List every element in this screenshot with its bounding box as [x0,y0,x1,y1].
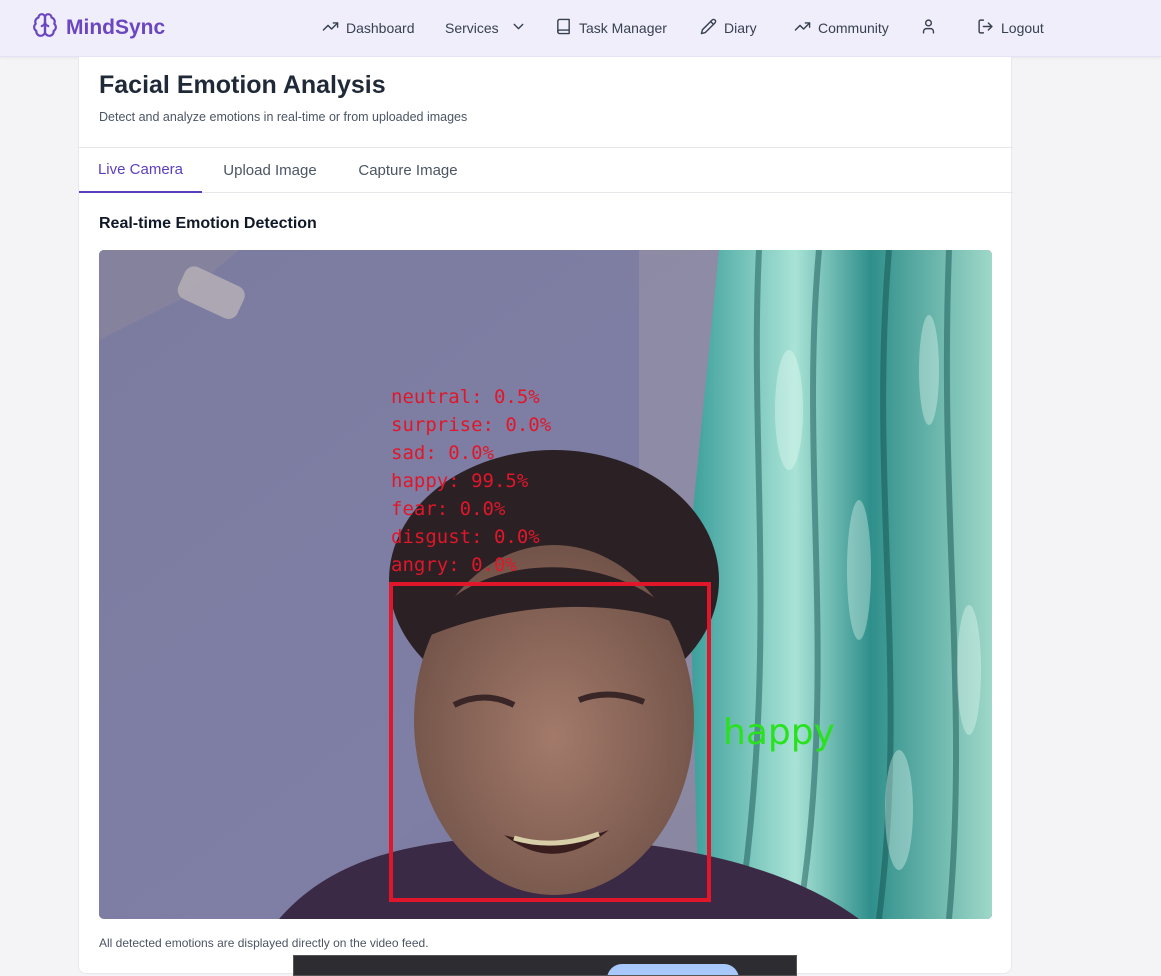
chevron-down-icon [510,18,527,38]
dominant-emotion-label: happy [723,712,835,753]
brain-icon [32,12,58,44]
nav-dashboard[interactable]: Dashboard [322,17,415,39]
emotion-score-sad: sad: 0.0% [391,442,495,464]
emotion-score-neutral: neutral: 0.5% [391,386,540,408]
screen-share-button[interactable] [607,964,739,975]
nav-community[interactable]: Community [794,17,889,39]
section-title: Real-time Emotion Detection [99,215,317,232]
screen-share-bar [293,955,797,976]
tab-live-camera[interactable]: Live Camera [79,148,202,193]
video-feed-note: All detected emotions are displayed dire… [99,936,429,950]
trending-up-icon [322,18,339,38]
page-title: Facial Emotion Analysis [99,71,386,99]
nav-dashboard-label: Dashboard [346,20,415,36]
logout-icon [977,18,994,38]
brand-name: MindSync [66,16,166,39]
nav-services-label: Services [445,20,499,36]
emotion-score-fear: fear: 0.0% [391,498,506,520]
top-navbar: MindSync Dashboard Services Task Manager… [0,0,1161,57]
nav-services[interactable]: Services [445,17,527,39]
mode-tabs: Live Camera Upload Image Capture Image [79,147,1013,193]
user-icon [920,18,937,38]
emotion-analysis-card: Facial Emotion Analysis Detect and analy… [78,57,1013,974]
tab-upload-image[interactable]: Upload Image [207,148,333,193]
nav-logout-label: Logout [1001,20,1044,36]
nav-community-label: Community [818,20,889,36]
nav-task-manager[interactable]: Task Manager [555,17,667,39]
nav-diary[interactable]: Diary [700,17,757,39]
live-video-feed: neutral: 0.5% surprise: 0.0% sad: 0.0% h… [99,250,992,919]
page-subtitle: Detect and analyze emotions in real-time… [99,110,468,124]
emotion-score-surprise: surprise: 0.0% [391,414,552,436]
nav-logout[interactable]: Logout [977,17,1044,39]
nav-task-manager-label: Task Manager [579,20,667,36]
trending-up-icon [794,18,811,38]
brand-logo[interactable]: MindSync [32,12,166,44]
tab-capture-image[interactable]: Capture Image [345,148,471,193]
book-icon [555,18,572,38]
nav-diary-label: Diary [724,20,757,36]
video-frame: neutral: 0.5% surprise: 0.0% sad: 0.0% h… [99,250,992,919]
nav-profile[interactable] [920,17,937,39]
pencil-icon [700,18,717,38]
emotion-score-angry: angry: 0.0% [391,554,517,576]
emotion-score-happy: happy: 99.5% [391,470,529,492]
emotion-score-disgust: disgust: 0.0% [391,526,540,548]
